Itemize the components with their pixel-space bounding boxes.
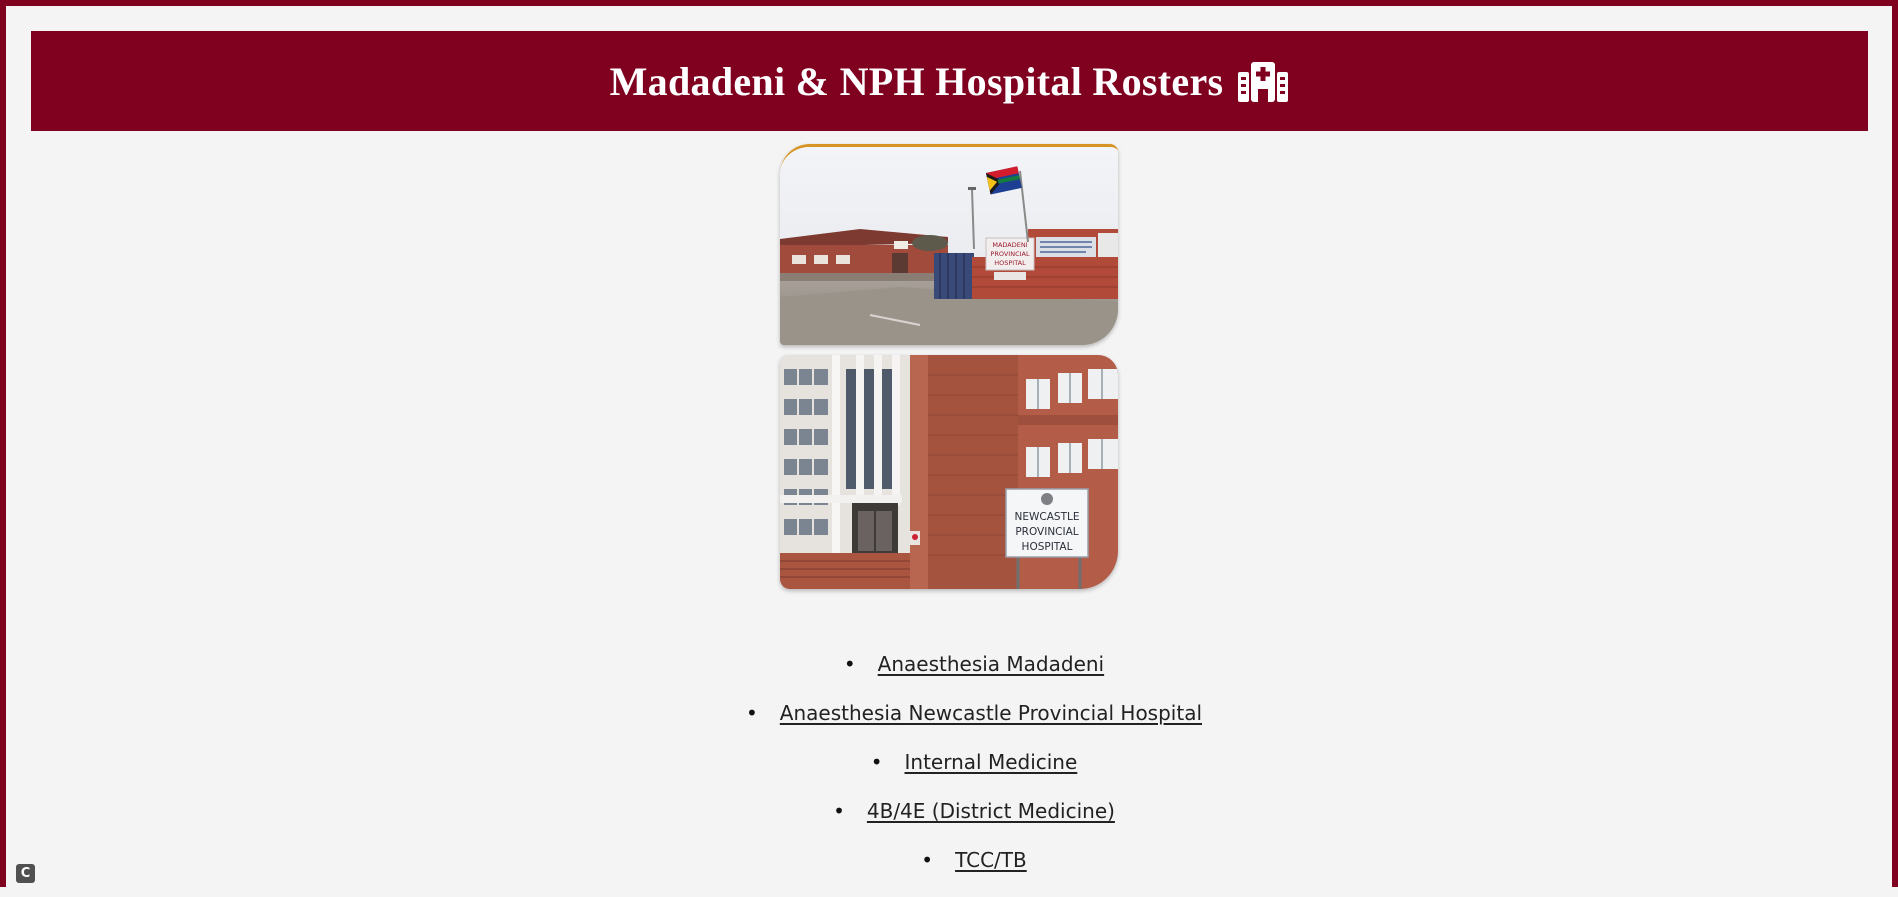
sign-line-3: HOSPITAL (1022, 541, 1073, 553)
link-tcc-tb[interactable]: TCC/TB (955, 848, 1027, 872)
bullet: • (870, 750, 883, 774)
link-anaesthesia-madadeni[interactable]: Anaesthesia Madadeni (878, 652, 1104, 676)
sign-line-2: PROVINCIAL (990, 250, 1030, 258)
bullet: • (745, 701, 758, 725)
corner-badge-icon[interactable]: C (16, 864, 35, 883)
link-internal-medicine[interactable]: Internal Medicine (905, 750, 1078, 774)
newcastle-hospital-photo: NEWCASTLE PROVINCIAL HOSPITAL (780, 355, 1118, 589)
roster-link-list: • Anaesthesia Madadeni • Anaesthesia New… (0, 652, 1898, 897)
sign-line-1: MADADENI (992, 241, 1027, 249)
list-item: • Anaesthesia Madadeni (0, 652, 1898, 701)
sign-line-3: HOSPITAL (994, 259, 1026, 267)
hospital-icon (1237, 60, 1289, 102)
sign-line-1: NEWCASTLE (1015, 511, 1080, 523)
bullet: • (921, 848, 934, 872)
page-header: Madadeni & NPH Hospital Rosters (31, 31, 1868, 131)
link-anaesthesia-newcastle[interactable]: Anaesthesia Newcastle Provincial Hospita… (780, 701, 1202, 725)
list-item: • TCC/TB (0, 848, 1898, 897)
bullet: • (833, 799, 845, 823)
link-district-medicine[interactable]: 4B/4E (District Medicine) (867, 799, 1115, 823)
madadeni-hospital-photo: MADADENI PROVINCIAL HOSPITAL (780, 144, 1118, 345)
sign-line-2: PROVINCIAL (1015, 526, 1078, 538)
page-title: Madadeni & NPH Hospital Rosters (609, 58, 1224, 104)
list-item: • 4B/4E (District Medicine) (0, 799, 1898, 848)
list-item: • Internal Medicine (0, 750, 1898, 799)
bullet: • (843, 652, 856, 676)
list-item: • Anaesthesia Newcastle Provincial Hospi… (0, 701, 1898, 750)
